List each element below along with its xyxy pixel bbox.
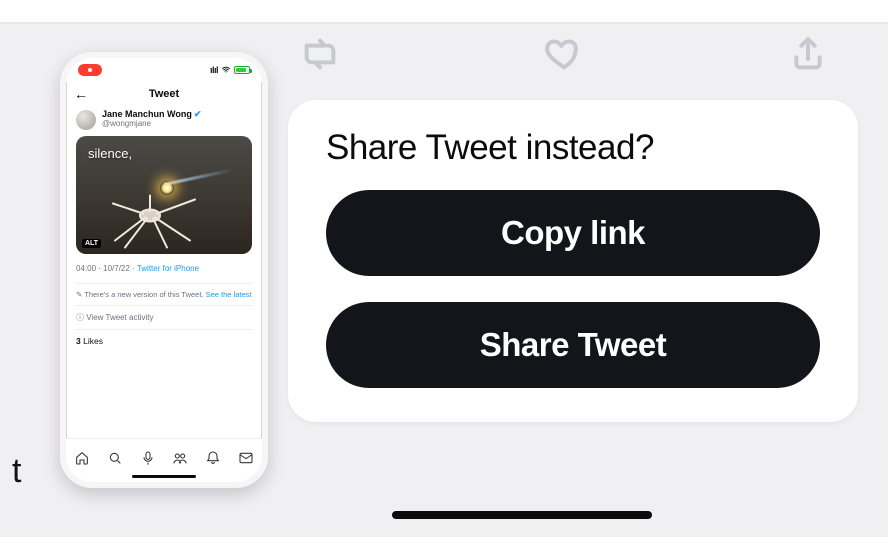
see-latest-link[interactable]: See the latest (206, 290, 252, 299)
phone-header-title: Tweet (149, 88, 179, 100)
bg-tweet-actions (300, 34, 828, 79)
tweet-client[interactable]: Twitter for iPhone (137, 264, 199, 273)
retweet-icon (300, 34, 340, 79)
share-icon (788, 34, 828, 79)
edit-note-text: ✎ There's a new version of this Tweet. (76, 290, 206, 299)
wifi-icon (221, 65, 231, 75)
phone-header: ← Tweet (66, 82, 262, 106)
phone-mockup: ılıl ← Tweet Jane Manchun Wong ✔ @wongmj… (60, 52, 268, 488)
communities-icon[interactable] (172, 450, 188, 471)
beam-effect (164, 169, 233, 186)
copy-link-button[interactable]: Copy link (326, 190, 820, 276)
phone-home-indicator (132, 475, 196, 478)
share-tweet-modal: Share Tweet instead? Copy link Share Twe… (288, 100, 858, 422)
search-icon[interactable] (107, 450, 123, 471)
phone-status-bar: ılıl (66, 58, 262, 82)
tweet-image[interactable]: silence, ALT (76, 136, 252, 254)
modal-title: Share Tweet instead? (326, 128, 820, 168)
alt-badge: ALT (82, 239, 101, 248)
crab-drawing (95, 185, 215, 254)
device-home-indicator (392, 511, 652, 519)
notifications-icon[interactable] (205, 450, 221, 471)
tweet-date: 10/7/22 (103, 264, 130, 273)
likes-label: Likes (81, 336, 103, 346)
heart-icon (544, 34, 584, 79)
verified-badge-icon: ✔ (194, 110, 202, 120)
tweet-meta: 04:00 10/7/22 Twitter for iPhone (66, 254, 262, 277)
author-handle: @wongmjane (102, 120, 201, 129)
likes-row[interactable]: 3 Likes (76, 329, 252, 346)
status-icons: ılıl (210, 65, 250, 75)
recording-pill-icon (78, 64, 102, 76)
edit-note: ✎ There's a new version of this Tweet. S… (76, 283, 252, 299)
share-tweet-button[interactable]: Share Tweet (326, 302, 820, 388)
image-caption: silence, (88, 146, 132, 161)
view-tweet-activity[interactable]: ⓘ View Tweet activity (76, 305, 252, 323)
back-arrow-icon[interactable]: ← (74, 86, 88, 102)
mic-icon[interactable] (140, 450, 156, 471)
signal-icon: ılıl (210, 65, 218, 75)
messages-icon[interactable] (238, 450, 254, 471)
phone-tab-bar (66, 438, 262, 482)
home-icon[interactable] (74, 450, 90, 471)
article-top-divider (0, 0, 888, 24)
tweet-author-row[interactable]: Jane Manchun Wong ✔ @wongmjane (66, 106, 262, 136)
battery-icon (234, 66, 250, 74)
cropped-retweet-icon: t (12, 452, 21, 491)
tweet-time: 04:00 (76, 264, 96, 273)
avatar (76, 110, 96, 130)
